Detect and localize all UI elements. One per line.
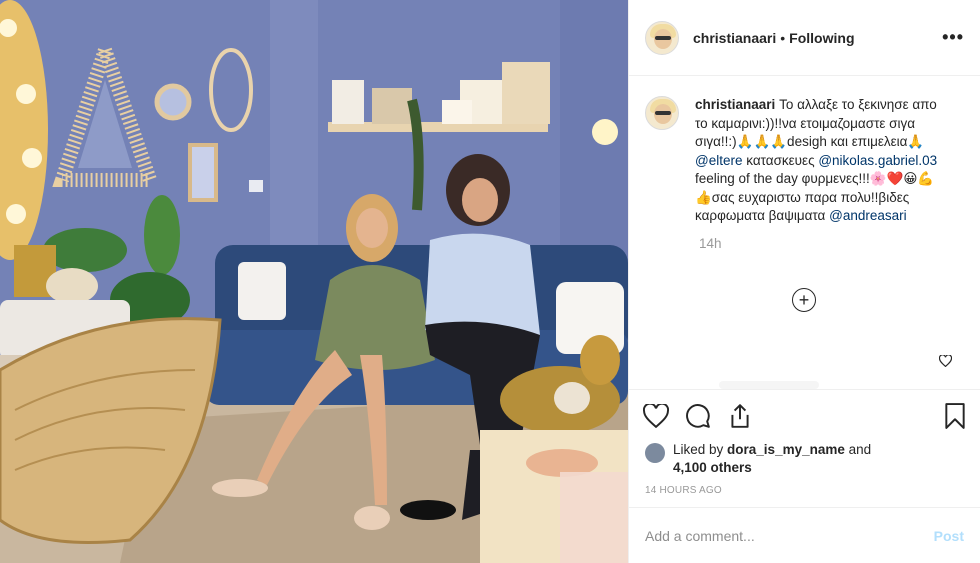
post-details-panel: christianaari • Following ••• christiana… bbox=[628, 0, 980, 563]
bookmark-icon[interactable] bbox=[944, 402, 966, 429]
comment-icon[interactable] bbox=[685, 403, 711, 429]
post-comment-button[interactable]: Post bbox=[934, 528, 964, 544]
comment-like-heart-icon[interactable] bbox=[938, 354, 953, 370]
comment-input[interactable] bbox=[645, 527, 934, 544]
following-button[interactable]: Following bbox=[789, 30, 854, 46]
mention-link-1[interactable]: @eltere bbox=[695, 153, 742, 168]
caption-avatar[interactable] bbox=[645, 96, 679, 130]
likes-summary: Liked by dora_is_my_name and 4,100 other… bbox=[629, 441, 980, 479]
likes-count[interactable]: 4,100 others bbox=[673, 460, 752, 475]
caption-time[interactable]: 14h bbox=[699, 236, 964, 251]
add-comment-bar: Post bbox=[629, 507, 980, 563]
post-timestamp[interactable]: 14 HOURS AGO bbox=[629, 479, 980, 507]
more-options-icon[interactable]: ••• bbox=[942, 27, 964, 48]
post-photo-illustration bbox=[0, 0, 628, 563]
likes-text: Liked by dora_is_my_name and 4,100 other… bbox=[673, 441, 871, 477]
caption-text: christianaari Το αλλαξε το ξεκινησε απο … bbox=[695, 96, 947, 226]
liker-avatar[interactable] bbox=[645, 443, 665, 463]
caption-username[interactable]: christianaari bbox=[695, 97, 775, 112]
author-username[interactable]: christianaari bbox=[693, 30, 776, 46]
post-header: christianaari • Following ••• bbox=[629, 0, 980, 76]
instagram-post: christianaari • Following ••• christiana… bbox=[0, 0, 980, 563]
heart-icon[interactable] bbox=[643, 403, 669, 428]
caption: christianaari Το αλλαξε το ξεκινησε απο … bbox=[645, 96, 964, 226]
share-icon[interactable] bbox=[727, 403, 753, 429]
comments-section: christianaari Το αλλαξε το ξεκινησε απο … bbox=[629, 76, 980, 389]
mention-link-3[interactable]: @andreasari bbox=[829, 208, 907, 223]
likes-prefix: Liked by bbox=[673, 442, 728, 457]
header-separator: • bbox=[780, 29, 786, 46]
action-bar bbox=[629, 389, 980, 441]
author-avatar[interactable] bbox=[645, 20, 679, 55]
load-more-icon[interactable]: + bbox=[792, 288, 816, 312]
caption-body-2: κατασκευες bbox=[742, 152, 819, 168]
faded-comment-preview bbox=[719, 381, 819, 389]
mention-link-2[interactable]: @nikolas.gabriel.03 bbox=[818, 153, 937, 168]
post-photo[interactable] bbox=[0, 0, 628, 563]
liker-username[interactable]: dora_is_my_name bbox=[727, 442, 845, 457]
likes-middle: and bbox=[844, 442, 872, 457]
